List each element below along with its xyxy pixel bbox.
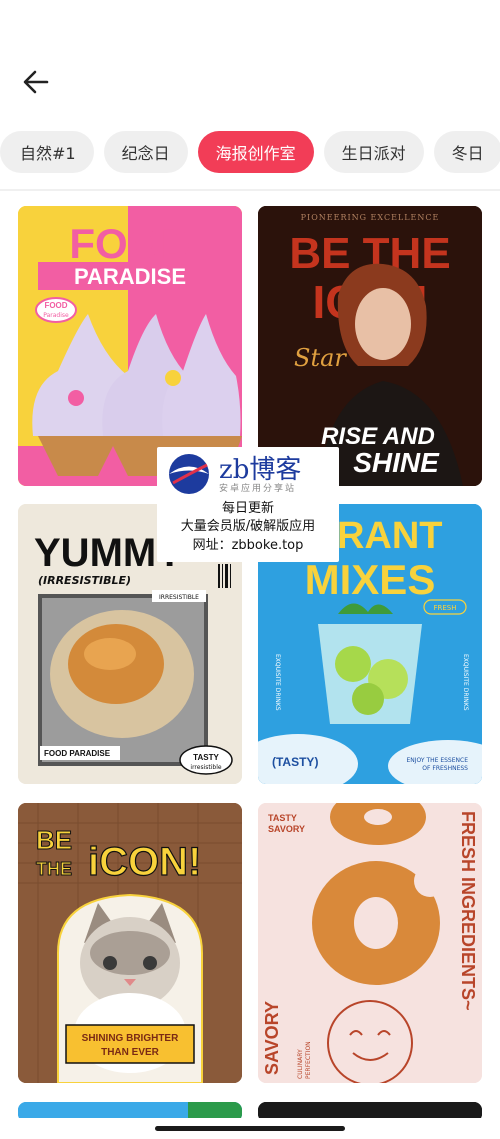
fresh-pill: FRESH	[433, 604, 456, 612]
poster-be-the-icon-cat: BE THE iCON! SHINING BRIGHTER THAN EVER	[18, 803, 242, 1083]
watermark-line3: 网址：zbboke.top	[192, 538, 304, 553]
poster-title-line2: (IRRESISTIBLE)	[38, 574, 131, 587]
watermark-subtitle: 安卓应用分享站	[219, 484, 297, 494]
template-card-food-paradise[interactable]: FOOD PARADISE FOOD Paradise	[18, 206, 242, 486]
top-bar	[0, 0, 500, 120]
watermark-overlay: zb博客 安卓应用分享站 每日更新 大量会员版/破解版应用 网址：zbboke.…	[157, 447, 339, 562]
small-text-1: CULINARY	[297, 1049, 304, 1079]
poster-top-line1: TASTY	[268, 813, 297, 823]
badge-line1: FOOD	[44, 301, 67, 310]
poster-title-line2: THE	[36, 859, 72, 879]
poster-fresh-ingredients: TASTY SAVORY FRESH INGREDIENTS~ SAVORY C…	[258, 803, 482, 1083]
badge-line2: Paradise	[43, 312, 69, 319]
vertical-title-right: FRESH INGREDIENTS~	[458, 811, 478, 1011]
category-chips: 自然#1 纪念日 海报创作室 生日派对 冬日	[0, 131, 500, 175]
banner-line1: SHINING BRIGHTER	[82, 1033, 179, 1044]
template-card-fresh-ingredients[interactable]: TASTY SAVORY FRESH INGREDIENTS~ SAVORY C…	[258, 803, 482, 1083]
chip-winter[interactable]: 冬日	[433, 131, 500, 173]
vertical-title-left: SAVORY	[262, 1001, 282, 1075]
poster-title-line1: FOOD	[69, 220, 190, 267]
poster-top-text: PIONEERING EXCELLENCE	[301, 213, 440, 222]
chip-nature[interactable]: 自然#1	[0, 131, 94, 173]
poster-title-line1: BE	[36, 825, 72, 855]
poster-top-line2: SAVORY	[268, 824, 305, 834]
poster-be-the-icon: PIONEERING EXCELLENCE BE THE ICON Star R…	[258, 206, 482, 486]
bottom-right-text-1: ENJOY THE ESSENCE	[406, 757, 468, 764]
arrow-left-icon	[23, 70, 49, 94]
template-card-be-the-icon[interactable]: PIONEERING EXCELLENCE BE THE ICON Star R…	[258, 206, 482, 486]
chip-anniversary[interactable]: 纪念日	[103, 131, 188, 173]
small-text-2: PERFECTION	[305, 1041, 312, 1079]
poster-title-line2: MIXES	[305, 556, 436, 603]
poster-title-line4: SHINE	[353, 447, 440, 478]
side-text-left: EXQUISITE DRINKS	[274, 654, 281, 711]
gesture-bar	[0, 1118, 500, 1139]
watermark-line1: 每日更新	[221, 501, 274, 516]
back-button[interactable]	[18, 64, 54, 100]
template-card-be-the-icon-cat[interactable]: BE THE iCON! SHINING BRIGHTER THAN EVER	[18, 803, 242, 1083]
home-indicator[interactable]	[155, 1126, 345, 1131]
poster-title-line2: PARADISE	[74, 264, 186, 289]
banner-line2: THAN EVER	[101, 1047, 160, 1058]
poster-tag: IRRESISTIBLE	[159, 594, 199, 601]
chip-birthday-party[interactable]: 生日派对	[323, 131, 424, 173]
site-logo	[169, 454, 209, 494]
poster-title-line3: RISE AND	[321, 423, 435, 450]
badge-line2: irresistible	[190, 764, 221, 771]
divider	[0, 189, 500, 191]
poster-title-line3: iCON!	[88, 840, 201, 884]
badge-line1: TASTY	[193, 753, 219, 762]
bottom-right-text-2: OF FRESHNESS	[422, 765, 468, 772]
side-text-right: EXQUISITE DRINKS	[462, 654, 469, 711]
poster-footer: FOOD PARADISE	[44, 749, 111, 758]
chip-poster-studio[interactable]: 海报创作室	[197, 131, 314, 173]
poster-food-paradise: FOOD PARADISE FOOD Paradise	[18, 206, 242, 486]
bottom-left-text: (TASTY)	[272, 755, 318, 769]
watermark-line2: 大量会员版/破解版应用	[180, 519, 316, 534]
poster-script-text: Star	[294, 344, 347, 372]
